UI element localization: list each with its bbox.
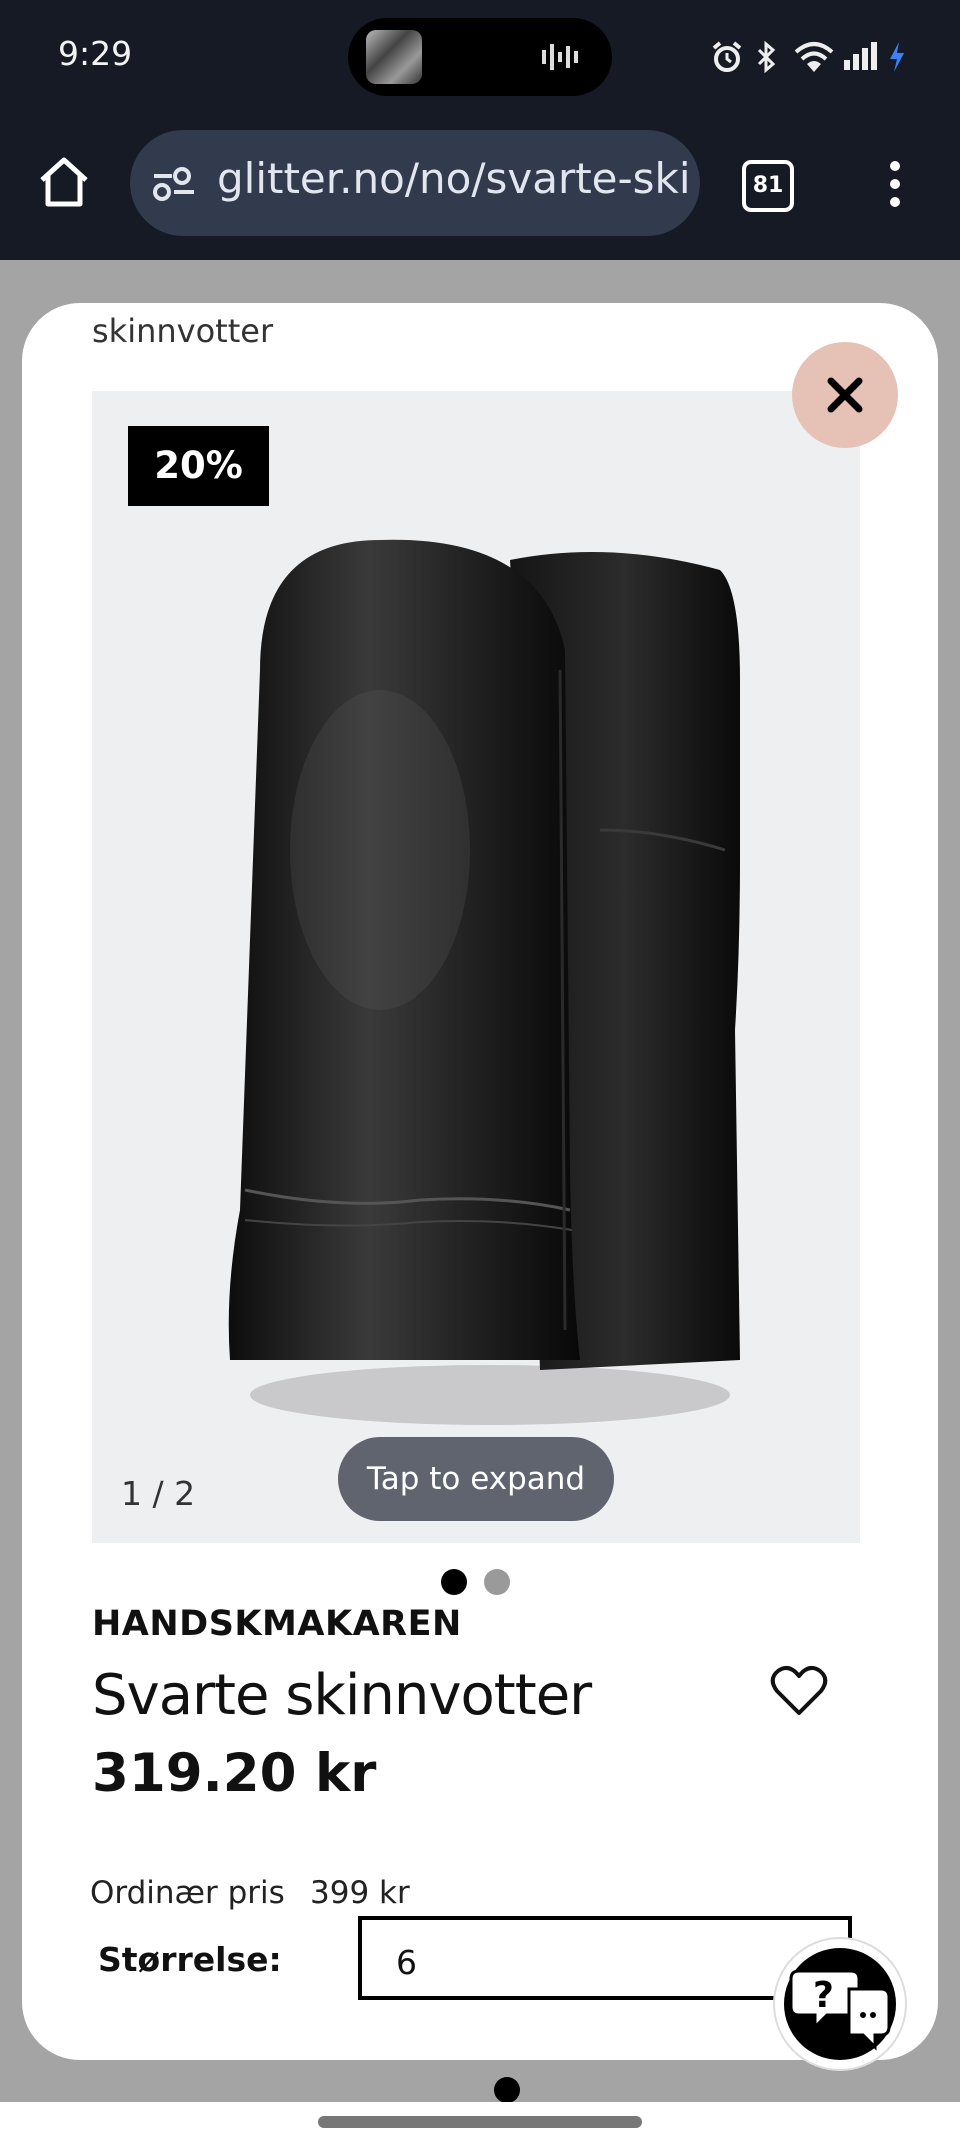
tab-switcher-button[interactable]: 81 xyxy=(742,160,794,212)
status-time: 9:29 xyxy=(58,34,133,73)
gesture-nav-bar[interactable] xyxy=(318,2116,642,2128)
signal-icon xyxy=(844,42,877,70)
wifi-icon xyxy=(794,42,834,72)
size-select-value[interactable]: 6 xyxy=(396,1943,417,1982)
chat-help-icon: ? xyxy=(784,1948,896,2060)
alarm-icon xyxy=(712,41,742,72)
carousel-dot[interactable] xyxy=(484,1569,510,1595)
ordinary-price-label: Ordinær pris xyxy=(90,1875,285,1911)
carousel-dot-active[interactable] xyxy=(441,1569,467,1595)
chat-help-button[interactable]: ? xyxy=(773,1937,907,2071)
image-counter: 1 / 2 xyxy=(121,1474,196,1513)
product-price: 319.20 kr xyxy=(92,1743,377,1804)
ordinary-price-value: 399 kr xyxy=(310,1875,410,1911)
breadcrumb[interactable]: skinnvotter xyxy=(92,312,273,350)
media-thumbnail xyxy=(366,30,422,84)
close-icon xyxy=(827,377,863,413)
page-indicator-dot xyxy=(494,2077,520,2103)
url-text[interactable]: glitter.no/no/svarte-skin xyxy=(217,154,687,203)
discount-badge: 20% xyxy=(128,426,269,506)
product-title: Svarte skinnvotter xyxy=(92,1663,592,1728)
audio-wave-icon xyxy=(542,44,578,70)
more-vert-icon[interactable] xyxy=(880,158,910,210)
product-brand[interactable]: HANDSKMAKAREN xyxy=(92,1604,462,1644)
bluetooth-icon xyxy=(757,40,776,74)
site-settings-icon[interactable] xyxy=(150,164,198,204)
product-image xyxy=(228,539,740,1425)
size-label: Størrelse: xyxy=(98,1940,282,1979)
home-icon[interactable] xyxy=(36,154,92,210)
close-button[interactable] xyxy=(792,342,898,448)
svg-text:?: ? xyxy=(813,1975,834,2016)
tap-to-expand-button[interactable]: Tap to expand xyxy=(338,1437,614,1521)
battery-icon xyxy=(890,42,904,72)
heart-icon[interactable] xyxy=(770,1665,828,1717)
